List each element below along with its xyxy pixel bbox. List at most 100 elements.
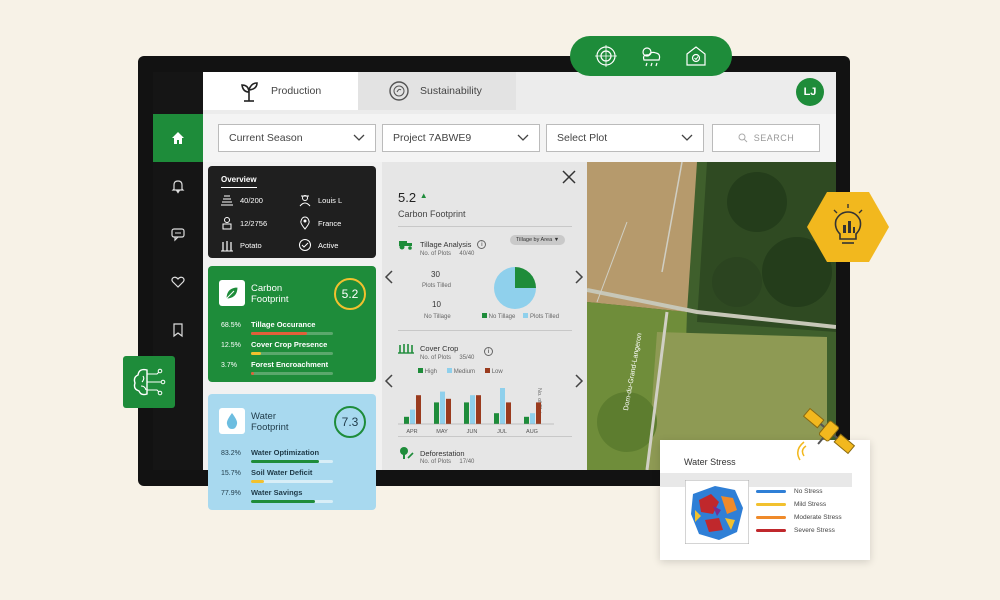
tab-production[interactable]: Production xyxy=(203,72,358,110)
carbon-footprint-card[interactable]: Carbon Footprint 5.2 68.5% Tillage Occur… xyxy=(208,266,376,382)
search-input[interactable]: SEARCH xyxy=(712,124,820,152)
bar-low-jun xyxy=(476,395,481,424)
tab-sustainability[interactable]: Sustainability xyxy=(358,72,516,110)
overview-item: Potato xyxy=(220,238,262,252)
tillage-dropdown[interactable]: Tillage by Area ▼ xyxy=(510,235,566,245)
chat-icon xyxy=(171,228,185,242)
sidebar-item-bookmarks[interactable] xyxy=(153,306,203,354)
chevron-left-icon xyxy=(384,270,393,284)
bar-low-may xyxy=(446,398,451,424)
info-icon[interactable]: i xyxy=(477,239,487,249)
deforestation-plots: No. of Plots 17/40 xyxy=(420,459,475,465)
project-select-value: Project 7ABWE9 xyxy=(393,132,472,144)
trend-up-icon: ▲ xyxy=(419,191,428,200)
water-footprint-card[interactable]: Water Footprint 7.3 83.2% Water Optimiza… xyxy=(208,394,376,510)
water-score: 7.3 xyxy=(341,415,359,429)
chevron-down-icon xyxy=(353,134,365,141)
detail-score: 5.2 ▲ xyxy=(398,190,428,205)
target-icon[interactable] xyxy=(594,44,618,68)
bookmark-icon xyxy=(173,323,183,338)
tillage-prev-button[interactable] xyxy=(384,270,394,289)
crop-icon xyxy=(221,241,233,252)
tillage-pie-chart xyxy=(494,267,536,309)
progress-fill xyxy=(251,460,320,463)
water-stress-title: Water Stress xyxy=(684,457,736,467)
location-icon xyxy=(300,216,310,230)
legend-severe-stress: Severe Stress xyxy=(756,527,835,534)
water-footprint-title: Water Footprint xyxy=(251,411,289,433)
legend-mild-stress: Mild Stress xyxy=(756,501,826,508)
bar-medium-aug xyxy=(530,413,535,424)
overview-item: Active xyxy=(298,238,338,252)
divider xyxy=(398,330,572,331)
barn-icon[interactable] xyxy=(684,44,708,68)
tillage-next-button[interactable] xyxy=(574,270,584,289)
bell-icon xyxy=(171,180,185,194)
chevron-left-icon xyxy=(384,374,393,388)
tillage-legend: No Tillage Plots Tilled xyxy=(482,313,559,320)
weather-icon[interactable] xyxy=(638,44,664,68)
worker-icon xyxy=(222,217,232,230)
bar-high-jun xyxy=(464,402,469,424)
cover-crop-header: Cover Crop xyxy=(398,342,458,354)
sprout-icon xyxy=(241,82,258,102)
floating-icon-bar xyxy=(570,36,732,76)
bar-medium-may xyxy=(440,391,445,424)
close-icon xyxy=(562,170,576,184)
bar-high-may xyxy=(434,402,439,424)
divider xyxy=(398,436,572,437)
sidebar-item-favorites[interactable] xyxy=(153,258,203,306)
water-metric-deficit: 15.7% Soil Water Deficit xyxy=(221,468,333,483)
sidebar-item-messages[interactable] xyxy=(153,210,203,258)
x-tick-label: JUN xyxy=(467,429,478,434)
water-score-gauge: 7.3 xyxy=(334,406,366,438)
tractor-icon xyxy=(399,241,412,250)
divider xyxy=(398,226,572,227)
heart-icon xyxy=(171,276,185,288)
cover-crop-plots: No. of Plots 35/40 xyxy=(420,355,475,361)
filter-bar: Current Season Project 7ABWE9 Select Plo… xyxy=(203,114,836,162)
carbon-metric-forest: 3.7% Forest Encroachment xyxy=(221,360,333,375)
plot-select[interactable]: Select Plot xyxy=(546,124,704,152)
field-icon xyxy=(221,195,233,206)
tab-production-label: Production xyxy=(271,85,322,97)
cover-crop-next-button[interactable] xyxy=(574,374,584,393)
overview-item: France xyxy=(298,216,341,230)
info-icon[interactable]: i xyxy=(484,347,493,356)
season-select[interactable]: Current Season xyxy=(218,124,376,152)
bar-high-apr xyxy=(404,416,409,424)
progress-fill xyxy=(251,372,255,375)
progress-fill xyxy=(251,352,262,355)
user-avatar[interactable]: LJ xyxy=(796,78,824,106)
overview-item: Louis L xyxy=(298,193,342,207)
legend-moderate-stress: Moderate Stress xyxy=(756,514,842,521)
search-icon xyxy=(738,133,748,143)
carbon-metric-tillage: 68.5% Tillage Occurance xyxy=(221,320,333,335)
farmer-icon xyxy=(299,195,311,207)
bar-low-jul xyxy=(506,402,511,424)
bar-medium-jun xyxy=(470,395,475,424)
bar-high-jul xyxy=(494,413,499,424)
bar-low-aug xyxy=(536,402,541,424)
overview-item: 12/2756 xyxy=(220,216,267,230)
plot-select-value: Select Plot xyxy=(557,132,608,144)
tilled-label: Plots Tilled xyxy=(422,283,452,289)
cover-crop-prev-button[interactable] xyxy=(384,374,394,393)
deforestation-header: Deforestation xyxy=(398,446,465,460)
carbon-score: 5.2 xyxy=(341,287,359,301)
chevron-down-icon xyxy=(517,134,529,141)
sustainability-icon xyxy=(389,81,409,101)
insight-badge[interactable] xyxy=(806,190,890,264)
chevron-right-icon xyxy=(575,374,584,388)
chevron-down-icon xyxy=(681,134,693,141)
bar-medium-jul xyxy=(500,388,505,424)
chevron-right-icon xyxy=(575,270,584,284)
crop-rows-icon xyxy=(398,344,414,354)
overview-item: 40/200 xyxy=(220,193,263,207)
sidebar-item-home[interactable] xyxy=(153,114,203,162)
close-button[interactable] xyxy=(562,170,576,189)
ai-brain-icon xyxy=(133,368,166,396)
sidebar-item-notifications[interactable] xyxy=(153,162,203,210)
ai-brain-badge[interactable] xyxy=(123,356,175,408)
project-select[interactable]: Project 7ABWE9 xyxy=(382,124,540,152)
